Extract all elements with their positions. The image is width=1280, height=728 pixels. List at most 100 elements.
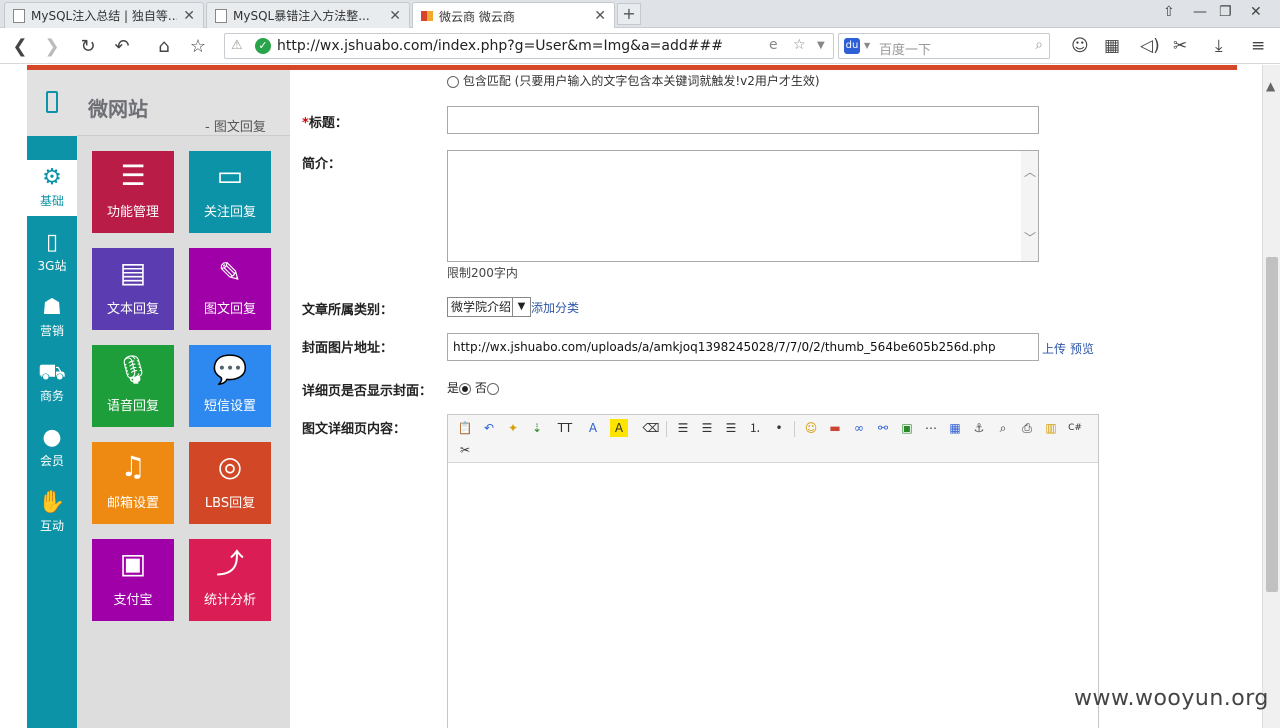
scrollbar-thumb[interactable]: [1266, 257, 1278, 592]
find-icon[interactable]: ⌕: [994, 419, 1012, 437]
back-icon[interactable]: ❮: [8, 34, 32, 58]
preview-link[interactable]: 预览: [1070, 340, 1094, 357]
insert-row-icon[interactable]: ⇣: [528, 419, 546, 437]
tile-alipay[interactable]: ▣ 支付宝: [92, 539, 174, 621]
sidebar-item-basic[interactable]: ⚙ 基础: [27, 160, 77, 216]
browser-toolbar: ❮ ❯ ↻ ↶ ⌂ ☆ ⚠ ✓ http://wx.jshuabo.com/in…: [0, 28, 1280, 64]
tile-label: 文本回复: [106, 302, 159, 317]
match-radio[interactable]: [447, 75, 459, 88]
scissors-icon[interactable]: ✂: [1173, 36, 1187, 56]
address-bar[interactable]: ⚠ ✓ http://wx.jshuabo.com/index.php?g=Us…: [224, 33, 834, 59]
anchor-icon[interactable]: ⚓: [970, 419, 988, 437]
highlight-color-icon[interactable]: A: [610, 419, 628, 437]
ordered-list-icon[interactable]: ⒈: [746, 419, 764, 437]
unlink-icon[interactable]: ⚯: [874, 419, 892, 437]
tile-text-reply[interactable]: ▤ 文本回复: [92, 248, 174, 330]
scroll-up-icon[interactable]: ︿: [1024, 163, 1036, 180]
search-box[interactable]: du ▼ 百度一下 ⌕: [838, 33, 1050, 59]
title-input[interactable]: [447, 106, 1039, 134]
reload-icon[interactable]: ↻: [76, 34, 100, 58]
tab-label: MySQL暴错注入方法整...: [233, 9, 370, 23]
shirt-skin-icon[interactable]: ⇧: [1163, 4, 1175, 20]
close-window-icon[interactable]: ✕: [1250, 4, 1262, 20]
speaker-icon[interactable]: ◁): [1140, 36, 1160, 56]
cart-icon: ⛟: [38, 360, 66, 385]
tile-voice-reply[interactable]: 🎙 语音回复: [92, 345, 174, 427]
font-color-icon[interactable]: A: [584, 419, 602, 437]
align-left-icon[interactable]: ☰: [674, 419, 692, 437]
tile-function-manage[interactable]: ☰ 功能管理: [92, 151, 174, 233]
search-input[interactable]: 百度一下: [879, 39, 931, 58]
undo-icon[interactable]: ↶: [480, 419, 498, 437]
restore-icon[interactable]: ❐: [1219, 4, 1232, 20]
chat-icon: 💬: [212, 353, 248, 386]
format-brush-icon[interactable]: ✦: [504, 419, 522, 437]
source-code-icon[interactable]: C#: [1066, 419, 1084, 437]
menu-icon[interactable]: ≡: [1251, 36, 1265, 56]
align-right-icon[interactable]: ☰: [722, 419, 740, 437]
cover-url-input[interactable]: http://wx.jshuabo.com/uploads/a/amkjoq13…: [447, 333, 1039, 361]
font-size-icon[interactable]: TT: [554, 419, 576, 437]
page-scrollbar[interactable]: ▲: [1262, 65, 1280, 728]
tile-email-settings[interactable]: ♫ 邮箱设置: [92, 442, 174, 524]
category-select[interactable]: 微学院介绍 ▼: [447, 297, 531, 317]
align-center-icon[interactable]: ☰: [698, 419, 716, 437]
close-icon[interactable]: ✕: [389, 8, 401, 24]
paste-icon[interactable]: 📋: [456, 419, 474, 437]
cut-icon[interactable]: ✂: [456, 441, 474, 459]
table-icon[interactable]: ▦: [946, 419, 964, 437]
chevron-down-icon[interactable]: ▼: [512, 298, 530, 316]
notepad-icon: ☰: [120, 159, 146, 192]
add-category-link[interactable]: 添加分类: [531, 299, 579, 316]
dropdown-arrow-icon[interactable]: ▼: [817, 40, 825, 51]
browser-tab-2[interactable]: MySQL暴错注入方法整... ✕: [206, 2, 410, 28]
yes-radio[interactable]: [459, 382, 472, 395]
home-icon[interactable]: ⌂: [152, 34, 176, 58]
sidebar-item-marketing[interactable]: ☗ 营销: [27, 290, 77, 346]
security-shield-icon[interactable]: ✓: [255, 38, 271, 54]
scroll-up-icon[interactable]: ▲: [1266, 79, 1275, 93]
image-icon[interactable]: ▣: [898, 419, 916, 437]
forward-icon[interactable]: ❯: [40, 34, 64, 58]
sidebar-item-interaction[interactable]: ✋ 互动: [27, 485, 77, 541]
template-icon[interactable]: ▥: [1042, 419, 1060, 437]
undo-close-icon[interactable]: ↶: [110, 34, 134, 58]
minimize-icon[interactable]: —: [1193, 4, 1207, 20]
print-icon[interactable]: ⎙: [1018, 419, 1036, 437]
download-icon[interactable]: ⤓: [1215, 36, 1223, 56]
browser-tab-3-active[interactable]: 微云商 微云商 ✕: [412, 2, 615, 29]
close-icon[interactable]: ✕: [183, 8, 195, 24]
tile-news-reply[interactable]: ✎ 图文回复: [189, 248, 271, 330]
new-tab-button[interactable]: +: [617, 3, 641, 25]
sidebar-item-member[interactable]: ● 会员: [27, 420, 77, 476]
url-text[interactable]: http://wx.jshuabo.com/index.php?g=User&m…: [277, 38, 723, 54]
close-icon[interactable]: ✕: [594, 8, 606, 24]
dotted-grid-icon[interactable]: ⋯: [922, 419, 940, 437]
bookmark-star-icon[interactable]: ☆: [793, 37, 806, 53]
favorite-star-icon[interactable]: ☆: [186, 34, 210, 58]
browser-tab-1[interactable]: MySQL注入总结 | 独自等... ✕: [4, 2, 204, 28]
search-icon[interactable]: ⌕: [1035, 37, 1043, 53]
no-radio[interactable]: [486, 382, 499, 395]
insert-image-icon[interactable]: ▬: [826, 419, 844, 437]
unordered-list-icon[interactable]: •: [770, 419, 788, 437]
sidebar-item-commerce[interactable]: ⛟ 商务: [27, 355, 77, 411]
ie-compat-icon[interactable]: e: [769, 37, 778, 53]
tile-lbs-reply[interactable]: ◎ LBS回复: [189, 442, 271, 524]
chat-bubble-icon[interactable]: ☺: [1071, 36, 1089, 56]
tile-follow-reply[interactable]: ▭ 关注回复: [189, 151, 271, 233]
panel-header: 微网站 - 图文回复: [77, 70, 290, 136]
baidu-paw-icon[interactable]: du: [844, 38, 860, 54]
scroll-down-icon[interactable]: ﹀: [1024, 229, 1036, 246]
sidebar-item-3g-site[interactable]: ▯ 3G站: [27, 225, 77, 281]
tile-statistics[interactable]: ⤴ 统计分析: [189, 539, 271, 621]
tile-sms-settings[interactable]: 💬 短信设置: [189, 345, 271, 427]
link-icon[interactable]: ∞: [850, 419, 868, 437]
engine-dropdown-icon[interactable]: ▼: [864, 41, 870, 50]
textarea-scrollbar[interactable]: ︿ ﹀: [1021, 151, 1038, 261]
apps-grid-icon[interactable]: ▦: [1104, 36, 1120, 56]
intro-textarea[interactable]: ︿ ﹀: [447, 150, 1039, 262]
upload-link[interactable]: 上传: [1042, 340, 1066, 357]
emoticon-icon[interactable]: ☺: [802, 419, 820, 437]
eraser-icon[interactable]: ⌫: [642, 419, 660, 437]
